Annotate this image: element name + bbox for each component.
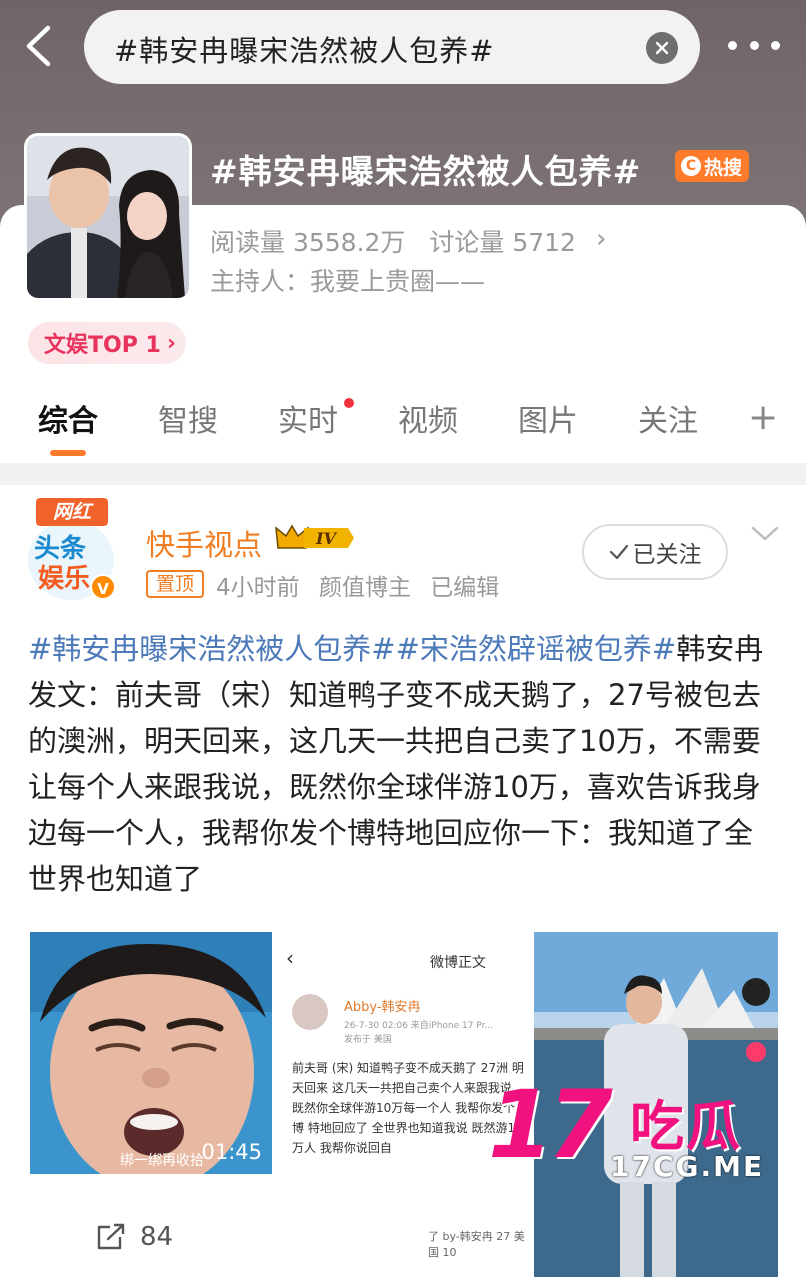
post-category: 颜值博主 [318,575,411,601]
share-count: 84 [140,1222,174,1252]
hot-search-badge[interactable]: C 热搜 [675,150,749,182]
edited-label: 已编辑 [430,575,500,601]
tab-images[interactable]: 图片 [518,396,578,440]
watermark-number: 17 [488,1071,613,1180]
post-meta: 4小时前 颜值博主 已编辑 [216,568,511,602]
chevron-down-icon[interactable] [750,524,780,544]
follow-label: 已关注 [632,542,702,568]
rank-label: 文娱TOP 1 [44,333,161,358]
followed-button[interactable]: 已关注 [582,524,728,580]
share-icon [97,1223,125,1250]
tab-comprehensive[interactable]: 综合 [38,396,98,440]
discussion-count: 讨论量 5712 [429,228,576,257]
realtime-notification-dot [344,398,354,408]
screenshot-location: 发布于 美国 [344,1035,392,1045]
back-arrow-icon: ‹ [286,946,294,970]
post-body: #韩安冉曝宋浩然被人包养##宋浩然辟谣被包养#韩安冉发文：前夫哥（宋）知道鸭子变… [28,626,778,902]
add-tab-button[interactable]: + [748,396,778,440]
avatar-logo-line2: 娱乐 [38,564,91,594]
back-arrow-icon [26,25,51,67]
read-count: 阅读量 3558.2万 [210,228,406,257]
tab-realtime[interactable]: 实时 [278,396,338,440]
face-photo [30,932,272,1174]
avatar-tag: 网红 [36,498,108,526]
more-options-button[interactable] [728,30,780,60]
screenshot-time: 26-7-30 02:06 来自iPhone 17 Pr... [344,1021,494,1031]
watermark-logo: 17 吃瓜 17CG.ME [488,1076,788,1186]
post-hashtags[interactable]: #韩安冉曝宋浩然被人包养##宋浩然辟谣被包养# [28,632,676,666]
svg-text:IV: IV [315,529,337,548]
screenshot-bottom: 了 by-韩安冉 27 美国 10 [428,1230,525,1259]
author-name[interactable]: 快手视点 [146,522,262,564]
video-duration: 01:45 [201,1140,262,1164]
share-button[interactable]: 84 [96,1222,173,1252]
tab-video[interactable]: 视频 [398,396,458,440]
watermark-url: 17CG.ME [610,1150,765,1183]
check-icon [609,544,628,560]
couple-photo [27,136,189,298]
pinned-tag: 置顶 [146,570,204,598]
chevron-right-icon[interactable]: › [596,224,606,254]
tab-following[interactable]: 关注 [638,396,698,440]
screenshot-avatar [292,994,328,1030]
tab-bar: 综合 智搜 实时 视频 图片 关注 [0,396,806,460]
video-thumbnail[interactable]: 绑一绑再收拾 01:45 [30,932,272,1174]
screenshot-header: 微博正文 [430,955,486,971]
verified-icon: V [90,574,116,600]
chevron-right-icon: › [166,330,176,356]
post-time: 4小时前 [216,575,300,601]
hot-c-icon: C [681,156,701,176]
section-divider [0,463,806,485]
more-dots-icon [728,40,737,50]
back-button[interactable] [20,24,56,68]
clear-search-button[interactable] [646,32,678,64]
topic-title: #韩安冉曝宋浩然被人包养# [210,152,642,191]
hot-badge-label: 热搜 [704,156,743,179]
crown-level-icon[interactable]: IV [274,522,356,554]
search-input[interactable]: #韩安冉曝宋浩然被人包养# [84,10,700,84]
screenshot-user: Abby-韩安冉 [344,1000,421,1015]
topic-stats[interactable]: 阅读量 3558.2万 讨论量 5712 [210,223,592,259]
post-body-text: 韩安冉发文：前夫哥（宋）知道鸭子变不成天鹅了，27号被包去的澳洲，明天回来，这几… [28,632,764,896]
tab-smart-search[interactable]: 智搜 [158,396,218,440]
search-query: #韩安冉曝宋浩然被人包养# [114,34,495,68]
active-tab-indicator [50,450,86,456]
topic-host[interactable]: 主持人：我要上贵圈—— [210,262,485,298]
close-icon [655,41,669,55]
avatar[interactable]: 网红 头条 娱乐 V [28,498,120,602]
video-caption: 绑一绑再收拾 [120,1153,204,1169]
rank-badge[interactable]: 文娱TOP 1 › [28,322,186,364]
topic-cover-image[interactable] [24,133,192,301]
